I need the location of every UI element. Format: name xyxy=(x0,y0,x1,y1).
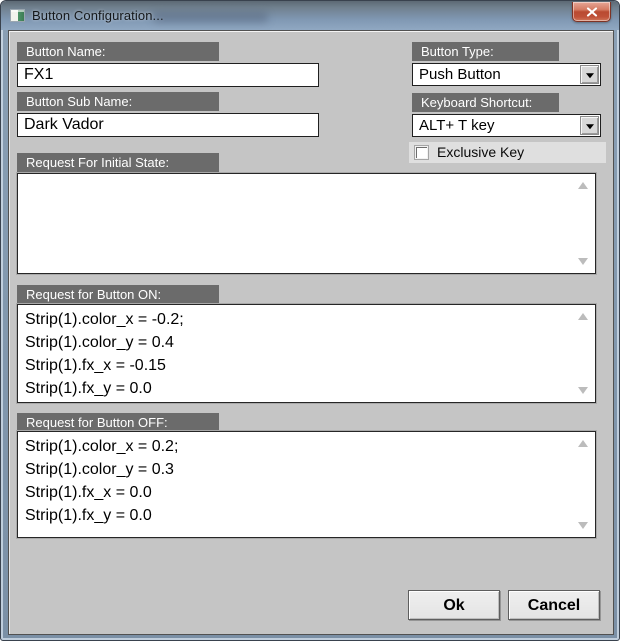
button-on-text: Strip(1).color_x = -0.2; Strip(1).color_… xyxy=(18,305,575,402)
button-sub-name-input[interactable]: Dark Vador xyxy=(17,113,319,137)
scroll-down-icon[interactable] xyxy=(578,387,588,394)
chevron-down-icon xyxy=(586,73,594,78)
button-type-label: Button Type: xyxy=(412,42,559,61)
button-off-text: Strip(1).color_x = 0.2; Strip(1).color_y… xyxy=(18,432,575,537)
button-off-textarea[interactable]: Strip(1).color_x = 0.2; Strip(1).color_y… xyxy=(17,431,596,538)
scroll-down-icon[interactable] xyxy=(578,258,588,265)
button-configuration-dialog: Button Configuration... Button Name: FX1… xyxy=(0,0,620,641)
keyboard-shortcut-value: ALT+ T key xyxy=(419,116,494,136)
ok-button[interactable]: Ok xyxy=(408,590,500,620)
exclusive-key-checkbox[interactable] xyxy=(415,146,428,159)
keyboard-shortcut-dropdown-button[interactable] xyxy=(580,116,599,135)
cancel-button[interactable]: Cancel xyxy=(508,590,600,620)
button-name-input[interactable]: FX1 xyxy=(17,63,319,87)
keyboard-shortcut-select[interactable]: ALT+ T key xyxy=(412,114,601,137)
button-off-label: Request for Button OFF: xyxy=(17,413,219,432)
app-icon xyxy=(10,9,25,22)
initial-state-label: Request For Initial State: xyxy=(17,153,219,172)
dialog-body: Button Name: FX1 Button Sub Name: Dark V… xyxy=(8,30,614,635)
button-name-label: Button Name: xyxy=(17,42,219,61)
exclusive-key-row: Exclusive Key xyxy=(409,142,606,163)
scroll-up-icon[interactable] xyxy=(578,440,588,447)
close-button[interactable] xyxy=(572,2,611,22)
window-title: Button Configuration... xyxy=(32,8,164,23)
scroll-up-icon[interactable] xyxy=(578,182,588,189)
initial-state-text xyxy=(18,174,575,273)
keyboard-shortcut-label: Keyboard Shortcut: xyxy=(412,93,559,112)
button-sub-name-label: Button Sub Name: xyxy=(17,92,219,111)
button-on-label: Request for Button ON: xyxy=(17,285,219,304)
scroll-up-icon[interactable] xyxy=(578,313,588,320)
initial-state-textarea[interactable] xyxy=(17,173,596,274)
titlebar-glass-artifact xyxy=(153,12,268,23)
button-type-select[interactable]: Push Button xyxy=(412,63,601,86)
button-type-value: Push Button xyxy=(419,65,501,85)
button-on-textarea[interactable]: Strip(1).color_x = -0.2; Strip(1).color_… xyxy=(17,304,596,403)
titlebar[interactable]: Button Configuration... xyxy=(1,1,619,30)
chevron-down-icon xyxy=(586,124,594,129)
button-type-dropdown-button[interactable] xyxy=(580,65,599,84)
scroll-down-icon[interactable] xyxy=(578,522,588,529)
exclusive-key-label: Exclusive Key xyxy=(437,144,524,160)
